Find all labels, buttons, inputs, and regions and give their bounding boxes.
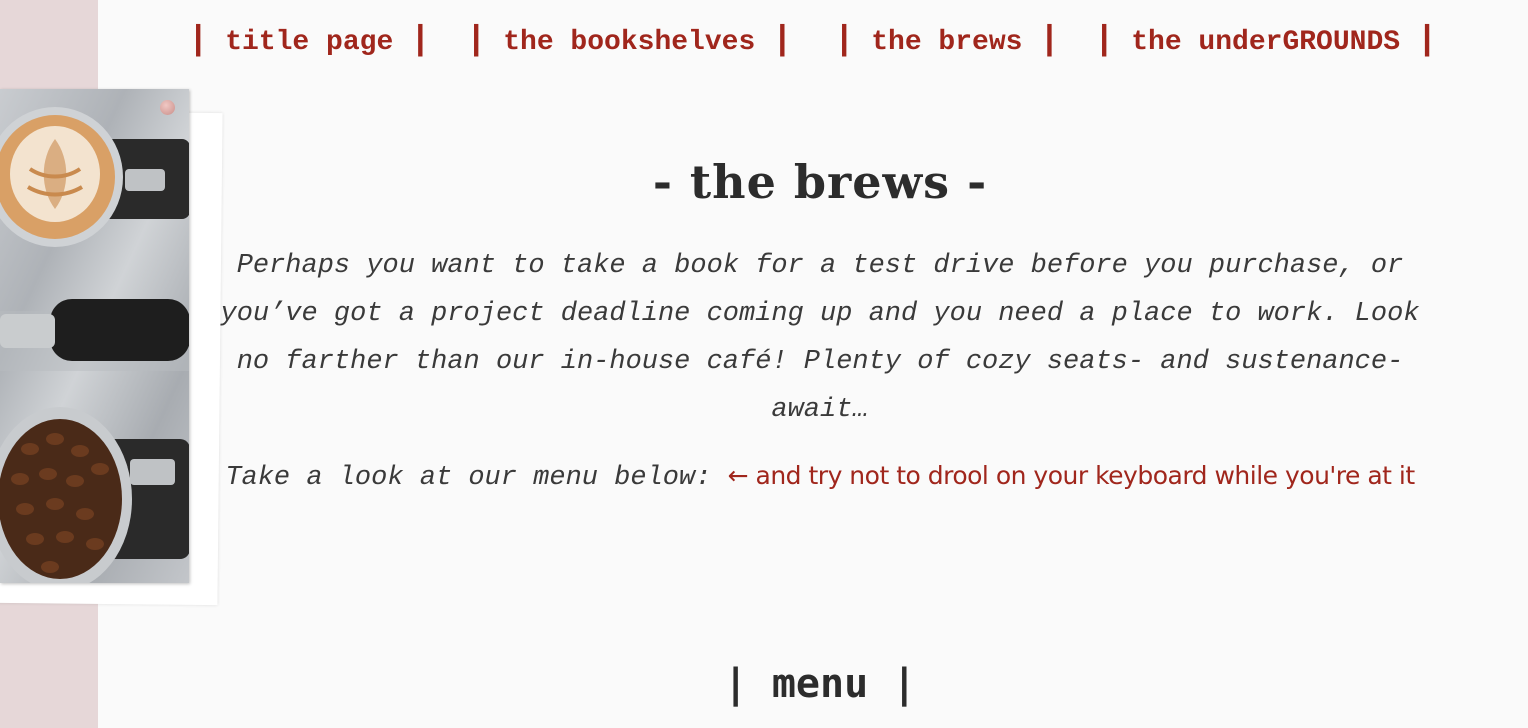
menu-handwritten-note: ← and try not to drool on your keyboard …	[727, 461, 1416, 490]
nav-link-title-page[interactable]: | title page |	[188, 20, 430, 64]
pushpin-icon	[160, 100, 175, 115]
nav-separator: |	[410, 22, 431, 60]
menu-prompt-line: Take a look at our menu below: ← and try…	[210, 452, 1430, 502]
coffee-photo-illustration	[0, 107, 189, 583]
nav-separator: |	[188, 22, 209, 60]
menu-heading: | menu |	[723, 661, 917, 708]
nav-link-label: the brews	[871, 27, 1023, 58]
nav-link-undergrounds[interactable]: | the underGROUNDS |	[1094, 20, 1437, 64]
nav-link-brews[interactable]: | the brews |	[834, 20, 1060, 64]
main-nav: | title page | | the bookshelves | | the…	[0, 20, 1528, 64]
nav-separator: |	[772, 22, 793, 60]
nav-link-label: the underGROUNDS	[1131, 27, 1401, 58]
nav-separator: |	[1094, 22, 1115, 60]
intro-paragraph: Perhaps you want to take a book for a te…	[220, 251, 1420, 425]
nav-link-label: title page	[225, 27, 394, 58]
coffee-photo	[0, 89, 189, 583]
nav-separator: |	[466, 22, 487, 60]
nav-separator: |	[1416, 22, 1438, 60]
page-title: - the brews -	[652, 154, 988, 209]
menu-prompt-text: Take a look at our menu below:	[225, 463, 712, 493]
nav-separator: |	[834, 22, 855, 60]
nav-link-label: the bookshelves	[503, 27, 756, 58]
nav-separator: |	[1039, 22, 1060, 60]
nav-link-bookshelves[interactable]: | the bookshelves |	[466, 20, 792, 64]
